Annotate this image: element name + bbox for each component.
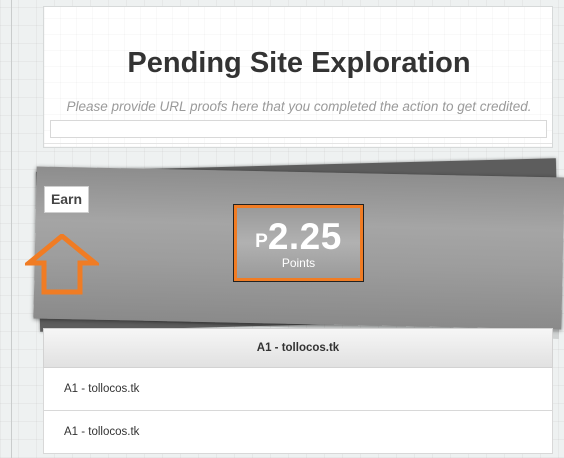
left-divider bbox=[11, 0, 12, 458]
points-badge: P2.25 Points bbox=[233, 204, 364, 282]
divider bbox=[44, 143, 552, 144]
points-prefix: P bbox=[255, 231, 268, 252]
up-arrow-icon bbox=[25, 234, 99, 295]
url-proof-input[interactable] bbox=[50, 120, 547, 138]
site-list-item[interactable]: A1 - tollocos.tk bbox=[43, 411, 553, 454]
header-card: Pending Site Exploration Please provide … bbox=[43, 6, 553, 148]
points-value: 2.25 bbox=[267, 216, 342, 257]
site-list-item[interactable]: A1 - tollocos.tk bbox=[43, 368, 553, 411]
points-unit-label: Points bbox=[281, 256, 316, 270]
site-list-header: A1 - tollocos.tk bbox=[43, 328, 553, 368]
instructions-text: Please provide URL proofs here that you … bbox=[66, 99, 532, 114]
earn-label: Earn bbox=[44, 186, 89, 213]
page-title: Pending Site Exploration bbox=[127, 47, 471, 79]
